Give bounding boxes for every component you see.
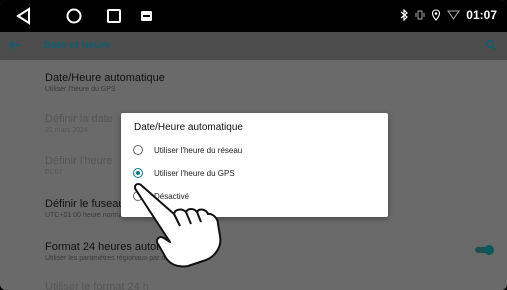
setting-subtitle: 01:07 xyxy=(45,169,63,176)
setting-title: Définir la date xyxy=(45,113,113,125)
radio-button-selected[interactable] xyxy=(133,168,143,178)
toggle-24h-auto[interactable] xyxy=(475,245,494,255)
clock: 01:07 xyxy=(466,8,497,22)
setting-subtitle: Utiliser l'heure du GPS xyxy=(45,86,116,93)
setting-subtitle: UTC+01:00 heure normal xyxy=(45,212,125,219)
option-gps-time[interactable]: Utiliser l'heure du GPS xyxy=(133,168,235,178)
setting-title: Date/Heure automatique xyxy=(45,72,165,84)
vibrate-icon xyxy=(415,10,425,20)
arrow-left-icon[interactable] xyxy=(8,38,22,52)
pointing-hand-icon xyxy=(133,182,222,268)
page-title: Date et heure xyxy=(44,39,111,51)
setting-auto-datetime[interactable]: Date/Heure automatique Utiliser l'heure … xyxy=(45,72,165,93)
option-label: Utiliser l'heure du réseau xyxy=(154,145,243,155)
setting-title: Définir l'heure xyxy=(45,155,113,167)
back-triangle-icon[interactable] xyxy=(14,6,34,26)
option-label: Utiliser l'heure du GPS xyxy=(154,168,235,178)
setting-subtitle: 21 mars 2024 xyxy=(45,127,88,134)
option-network-time[interactable]: Utiliser l'heure du réseau xyxy=(133,145,242,155)
setting-set-date: Définir la date 21 mars 2024 xyxy=(45,113,113,134)
setting-title: Utiliser le format 24 h xyxy=(45,281,149,290)
bluetooth-icon xyxy=(400,9,409,21)
setting-set-time: Définir l'heure 01:07 xyxy=(45,155,113,176)
dialog-title: Date/Heure automatique xyxy=(134,122,243,133)
app-bar: Date et heure xyxy=(0,32,507,60)
toggle-knob xyxy=(484,245,494,255)
setting-timezone[interactable]: Définir le fuseau UTC+01:00 heure normal xyxy=(45,198,125,219)
home-circle-icon[interactable] xyxy=(64,6,84,26)
screen-frame: 01:07 Date et heure Date/Heure automatiq… xyxy=(0,0,507,290)
status-indicators: 01:07 xyxy=(399,8,497,22)
status-bar: 01:07 xyxy=(0,0,507,32)
recents-square-icon[interactable] xyxy=(104,6,124,26)
setting-title: Définir le fuseau xyxy=(45,198,125,210)
radio-button[interactable] xyxy=(133,145,143,155)
signal-icon xyxy=(447,10,461,20)
app-icon xyxy=(141,11,152,21)
search-icon[interactable] xyxy=(485,39,497,51)
setting-24h-format: Utiliser le format 24 h xyxy=(45,281,149,290)
location-icon xyxy=(432,9,441,21)
